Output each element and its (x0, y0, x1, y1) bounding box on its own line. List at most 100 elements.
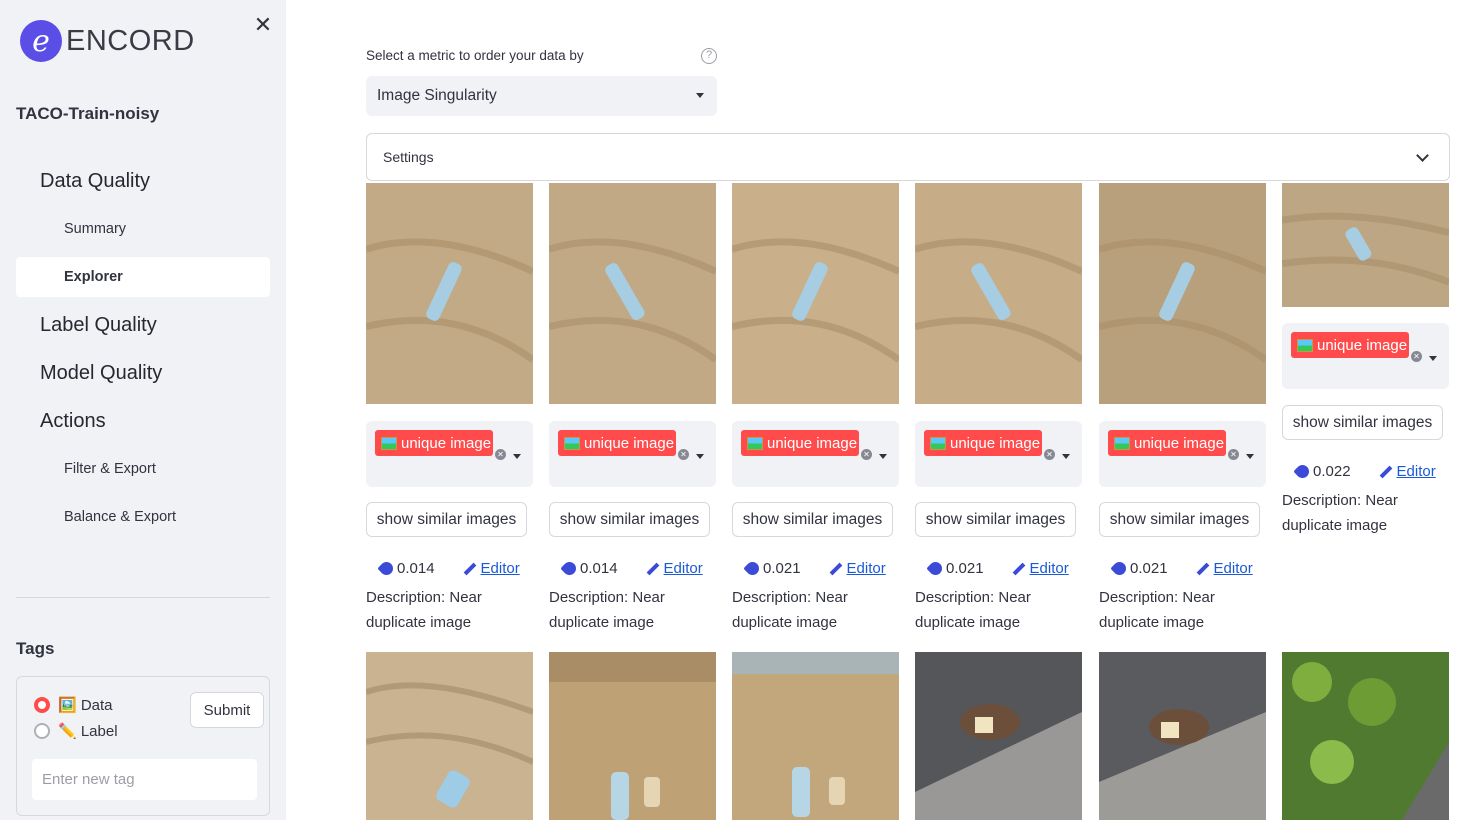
show-similar-images-button[interactable]: show similar images (366, 502, 527, 537)
image-thumbnail[interactable] (732, 183, 899, 404)
radio-data[interactable]: 🖼️ Data (34, 696, 113, 714)
tag-icon (377, 559, 396, 578)
editor-link[interactable]: Editor (1214, 560, 1253, 577)
settings-expander[interactable]: Settings (366, 133, 1450, 181)
image-card: unique image ✕ show similar images 0.014… (366, 183, 533, 631)
show-similar-images-button[interactable]: show similar images (1282, 405, 1443, 440)
show-similar-images-button[interactable]: show similar images (1099, 502, 1260, 537)
caret-down-icon (696, 93, 704, 98)
image-thumbnail[interactable] (732, 652, 899, 820)
submit-button[interactable]: Submit (190, 692, 264, 728)
card-meta: 0.021 Editor (743, 559, 886, 578)
card-description: Description: Near duplicate image (915, 589, 1031, 631)
image-thumbnail[interactable] (366, 183, 533, 404)
tag-chip[interactable]: unique image (924, 430, 1042, 456)
caret-down-icon[interactable] (879, 454, 887, 459)
caret-down-icon[interactable] (513, 454, 521, 459)
radio-label[interactable]: ✏️ Label (34, 722, 118, 740)
metric-select[interactable]: Image Singularity (366, 76, 717, 116)
tag-chip[interactable]: unique image (1291, 332, 1409, 358)
new-tag-input[interactable] (32, 759, 257, 800)
pencil-icon (1012, 562, 1025, 575)
image-emoji-icon (1297, 338, 1313, 352)
tag-chip[interactable]: unique image (1108, 430, 1226, 456)
card-meta: 0.022 Editor (1293, 462, 1436, 481)
nav-explorer[interactable]: Explorer (64, 269, 123, 285)
remove-tag-icon[interactable]: ✕ (678, 449, 689, 460)
pencil-icon (1196, 562, 1209, 575)
image-thumbnail[interactable] (549, 652, 716, 820)
close-sidebar-icon[interactable]: ✕ (252, 12, 274, 37)
image-card: unique image ✕ show similar images 0.021… (1099, 183, 1266, 631)
remove-tag-icon[interactable]: ✕ (1411, 351, 1422, 362)
nav-data-quality[interactable]: Data Quality (40, 170, 150, 193)
tag-chip[interactable]: unique image (375, 430, 493, 456)
nav-summary[interactable]: Summary (64, 221, 126, 237)
editor-link[interactable]: Editor (847, 560, 886, 577)
show-similar-images-button[interactable]: show similar images (732, 502, 893, 537)
score-value: 0.021 (1130, 560, 1168, 577)
tag-multiselect[interactable]: unique image ✕ (1099, 421, 1266, 487)
show-similar-images-button[interactable]: show similar images (549, 502, 710, 537)
tag-multiselect[interactable]: unique image ✕ (1282, 323, 1449, 389)
tag-multiselect[interactable]: unique image ✕ (366, 421, 533, 487)
image-thumbnail[interactable] (1282, 652, 1449, 820)
metric-select-value: Image Singularity (377, 87, 497, 104)
tag-multiselect[interactable]: unique image ✕ (915, 421, 1082, 487)
caret-down-icon[interactable] (696, 454, 704, 459)
remove-tag-icon[interactable]: ✕ (1228, 449, 1239, 460)
nav-label-quality[interactable]: Label Quality (40, 314, 157, 337)
radio-data-label: 🖼️ Data (58, 697, 113, 714)
radio-unselected-icon[interactable] (34, 723, 50, 739)
tag-chip-label: unique image (767, 434, 858, 452)
pencil-icon (646, 562, 659, 575)
image-thumbnail[interactable] (1099, 183, 1266, 404)
card-meta: 0.021 Editor (926, 559, 1069, 578)
tag-icon (743, 559, 762, 578)
tag-chip[interactable]: unique image (558, 430, 676, 456)
chevron-down-icon (1416, 149, 1429, 162)
logo-text: ENCORD (66, 24, 195, 57)
remove-tag-icon[interactable]: ✕ (861, 449, 872, 460)
editor-link[interactable]: Editor (481, 560, 520, 577)
nav-actions[interactable]: Actions (40, 410, 106, 433)
image-thumbnail[interactable] (549, 183, 716, 404)
caret-down-icon[interactable] (1246, 454, 1254, 459)
editor-link[interactable]: Editor (1397, 463, 1436, 480)
editor-link[interactable]: Editor (1030, 560, 1069, 577)
score-value: 0.014 (397, 560, 435, 577)
tag-chip[interactable]: unique image (741, 430, 859, 456)
nav-balance-export[interactable]: Balance & Export (64, 509, 176, 525)
tags-form: 🖼️ Data ✏️ Label Submit (16, 676, 270, 816)
encord-logo: e ENCORD (20, 20, 195, 62)
remove-tag-icon[interactable]: ✕ (1044, 449, 1055, 460)
image-thumbnail[interactable] (366, 652, 533, 820)
help-icon[interactable]: ? (701, 48, 717, 64)
radio-label-label: ✏️ Label (58, 723, 118, 740)
show-similar-images-button[interactable]: show similar images (915, 502, 1076, 537)
tag-multiselect[interactable]: unique image ✕ (549, 421, 716, 487)
caret-down-icon[interactable] (1062, 454, 1070, 459)
editor-link[interactable]: Editor (664, 560, 703, 577)
pencil-icon (463, 562, 476, 575)
project-name: TACO-Train-noisy (16, 104, 160, 123)
tag-icon (1110, 559, 1129, 578)
image-card: unique image ✕ show similar images 0.022… (1282, 183, 1449, 534)
image-thumbnail[interactable] (915, 183, 1082, 404)
score-value: 0.014 (580, 560, 618, 577)
image-thumbnail[interactable] (1099, 652, 1266, 820)
image-thumbnail[interactable] (915, 652, 1082, 820)
nav-filter-export[interactable]: Filter & Export (64, 461, 156, 477)
caret-down-icon[interactable] (1429, 356, 1437, 361)
tag-multiselect[interactable]: unique image ✕ (732, 421, 899, 487)
remove-tag-icon[interactable]: ✕ (495, 449, 506, 460)
image-thumbnail[interactable] (1282, 183, 1449, 307)
image-card: unique image ✕ show similar images 0.021… (915, 183, 1082, 631)
tags-title: Tags (16, 639, 55, 658)
tag-icon (926, 559, 945, 578)
nav-model-quality[interactable]: Model Quality (40, 362, 162, 385)
nav-active-highlight (16, 257, 270, 297)
radio-selected-icon[interactable] (34, 697, 50, 713)
card-meta: 0.021 Editor (1110, 559, 1253, 578)
tag-chip-label: unique image (584, 434, 675, 452)
